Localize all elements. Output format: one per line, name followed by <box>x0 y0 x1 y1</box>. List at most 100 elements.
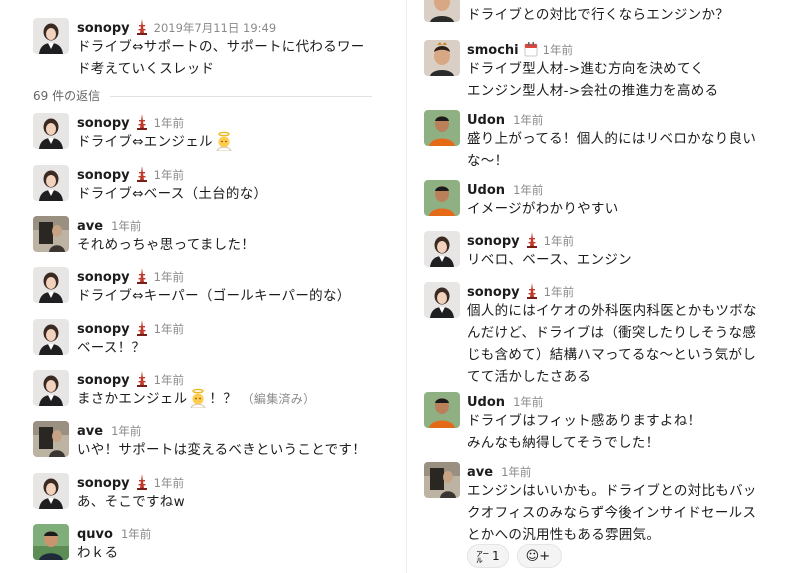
author-name[interactable]: sonopy <box>77 168 130 183</box>
message-text: 個人的にはイケオの外科医内科医とかもツボな <box>467 303 757 319</box>
timestamp[interactable]: 1年前 <box>543 43 573 57</box>
avatar[interactable] <box>33 18 69 54</box>
message-text: エンジン型人材->会社の推進力を高める <box>467 83 719 99</box>
message-text: それめっちゃ思ってました！ <box>77 237 256 253</box>
message-text: みんなも納得してそうでした！ <box>467 435 660 451</box>
author-name[interactable]: ave <box>77 219 103 234</box>
thread-pane-right: ドライブとの対比で行くならエンジンか？ smochi 1年前 ドライブ型人材->進… <box>408 0 797 573</box>
divider <box>110 96 372 97</box>
timestamp[interactable]: 1年前 <box>513 183 543 197</box>
author-name[interactable]: sonopy <box>77 21 130 36</box>
author-name[interactable]: Udon <box>467 113 505 128</box>
timestamp[interactable]: 1年前 <box>513 113 543 127</box>
message-text: いや！サポートは変えるべきということです！ <box>77 442 366 458</box>
avatar[interactable] <box>33 370 69 406</box>
author-name[interactable]: sonopy <box>77 322 130 337</box>
pane-divider <box>406 0 407 573</box>
message-text: あ、そこですねw <box>77 494 185 510</box>
message-text: じも含めて）結構ハマってるな〜という気がし <box>467 347 757 363</box>
timestamp[interactable]: 1年前 <box>154 476 184 490</box>
message-text: ドライブ型人材->進む方向を決めてく <box>467 61 705 77</box>
reaction-emoji-icon: ㌃ <box>476 550 490 566</box>
timestamp[interactable]: 1年前 <box>501 465 531 479</box>
author-name[interactable]: smochi <box>467 43 519 58</box>
message-text: エンジンはいいかも。ドライブとの対比もバッ <box>467 483 757 499</box>
message-text: 盛り上がってる！個人的にはリベロかなり良い <box>467 131 757 147</box>
edited-label: （編集済み） <box>241 392 316 406</box>
message-text: イメージがわかりやすい <box>467 201 619 217</box>
author-name[interactable]: Udon <box>467 183 505 198</box>
avatar[interactable] <box>424 40 460 76</box>
message-text: な〜！ <box>467 153 509 169</box>
author-name[interactable]: sonopy <box>77 373 130 388</box>
timestamp[interactable]: 1年前 <box>513 395 543 409</box>
avatar[interactable] <box>424 282 460 318</box>
avatar[interactable] <box>33 216 69 252</box>
message-text: リベロ、ベース、エンジン <box>467 252 632 268</box>
timestamp[interactable]: 1年前 <box>544 234 574 248</box>
tower-status-icon <box>525 232 539 248</box>
reply-count: 69 件の返信 <box>33 89 101 103</box>
tower-status-icon <box>135 474 149 490</box>
timestamp[interactable]: 1年前 <box>111 424 141 438</box>
timestamp[interactable]: 1年前 <box>154 373 184 387</box>
message-text: ドライブ⇔キーパー（ゴールキーパー的な） <box>77 288 351 304</box>
avatar[interactable] <box>33 113 69 149</box>
avatar[interactable] <box>424 0 460 22</box>
timestamp[interactable]: 1年前 <box>154 322 184 336</box>
author-name[interactable]: sonopy <box>77 116 130 131</box>
author-name[interactable]: sonopy <box>467 234 520 249</box>
timestamp[interactable]: 1年前 <box>111 219 141 233</box>
message-text: ドライブ⇔ベース（土台的な） <box>77 186 268 202</box>
message-text: ドライブはフィット感ありますよね！ <box>467 413 702 429</box>
tower-status-icon <box>135 114 149 130</box>
avatar[interactable] <box>33 165 69 201</box>
avatar[interactable] <box>33 267 69 303</box>
message-text: ！？ <box>209 391 238 407</box>
avatar[interactable] <box>33 473 69 509</box>
tower-status-icon <box>135 166 149 182</box>
reaction-bar: ㌃ 1 ☺+ <box>467 544 563 568</box>
author-name[interactable]: ave <box>467 465 493 480</box>
message-text: ドライブ⇔エンジェル <box>77 134 213 150</box>
author-name[interactable]: ave <box>77 424 103 439</box>
message-text: まさかエンジェル <box>77 391 188 407</box>
author-name[interactable]: sonopy <box>467 285 520 300</box>
message-text: ド考えていくスレッド <box>77 61 215 77</box>
angel-emoji-icon <box>188 388 208 408</box>
author-name[interactable]: quvo <box>77 527 113 542</box>
message-text: ベース！？ <box>77 340 146 356</box>
avatar[interactable] <box>33 524 69 560</box>
tower-status-icon <box>135 19 149 35</box>
angel-emoji-icon <box>214 131 234 151</box>
message-text: てて活かしたさある <box>467 369 592 385</box>
author-name[interactable]: sonopy <box>77 270 130 285</box>
timestamp[interactable]: 1年前 <box>154 270 184 284</box>
message-text: わｋる <box>77 545 119 561</box>
avatar[interactable] <box>33 421 69 457</box>
avatar[interactable] <box>424 231 460 267</box>
calendar-status-icon <box>524 41 538 57</box>
tower-status-icon <box>135 268 149 284</box>
reaction-count: 1 <box>492 549 500 563</box>
add-reaction-icon: ☺+ <box>525 548 551 564</box>
tower-status-icon <box>135 371 149 387</box>
timestamp[interactable]: 1年前 <box>121 527 151 541</box>
avatar[interactable] <box>424 180 460 216</box>
avatar[interactable] <box>424 462 460 498</box>
message-text: クオフィスのみならず今後インサイドセールス <box>467 505 757 521</box>
avatar[interactable] <box>424 392 460 428</box>
tower-status-icon <box>135 320 149 336</box>
thread-pane-left: sonopy 2019年7月11日 19:49 ドライブ⇔サポートの、サポートに代… <box>0 0 390 573</box>
avatar[interactable] <box>33 319 69 355</box>
avatar[interactable] <box>424 110 460 146</box>
reaction-pill[interactable]: ㌃ 1 <box>467 544 509 568</box>
add-reaction-button[interactable]: ☺+ <box>516 544 563 568</box>
timestamp[interactable]: 2019年7月11日 19:49 <box>154 21 277 35</box>
tower-status-icon <box>525 283 539 299</box>
timestamp[interactable]: 1年前 <box>544 285 574 299</box>
author-name[interactable]: sonopy <box>77 476 130 491</box>
timestamp[interactable]: 1年前 <box>154 168 184 182</box>
author-name[interactable]: Udon <box>467 395 505 410</box>
timestamp[interactable]: 1年前 <box>154 116 184 130</box>
